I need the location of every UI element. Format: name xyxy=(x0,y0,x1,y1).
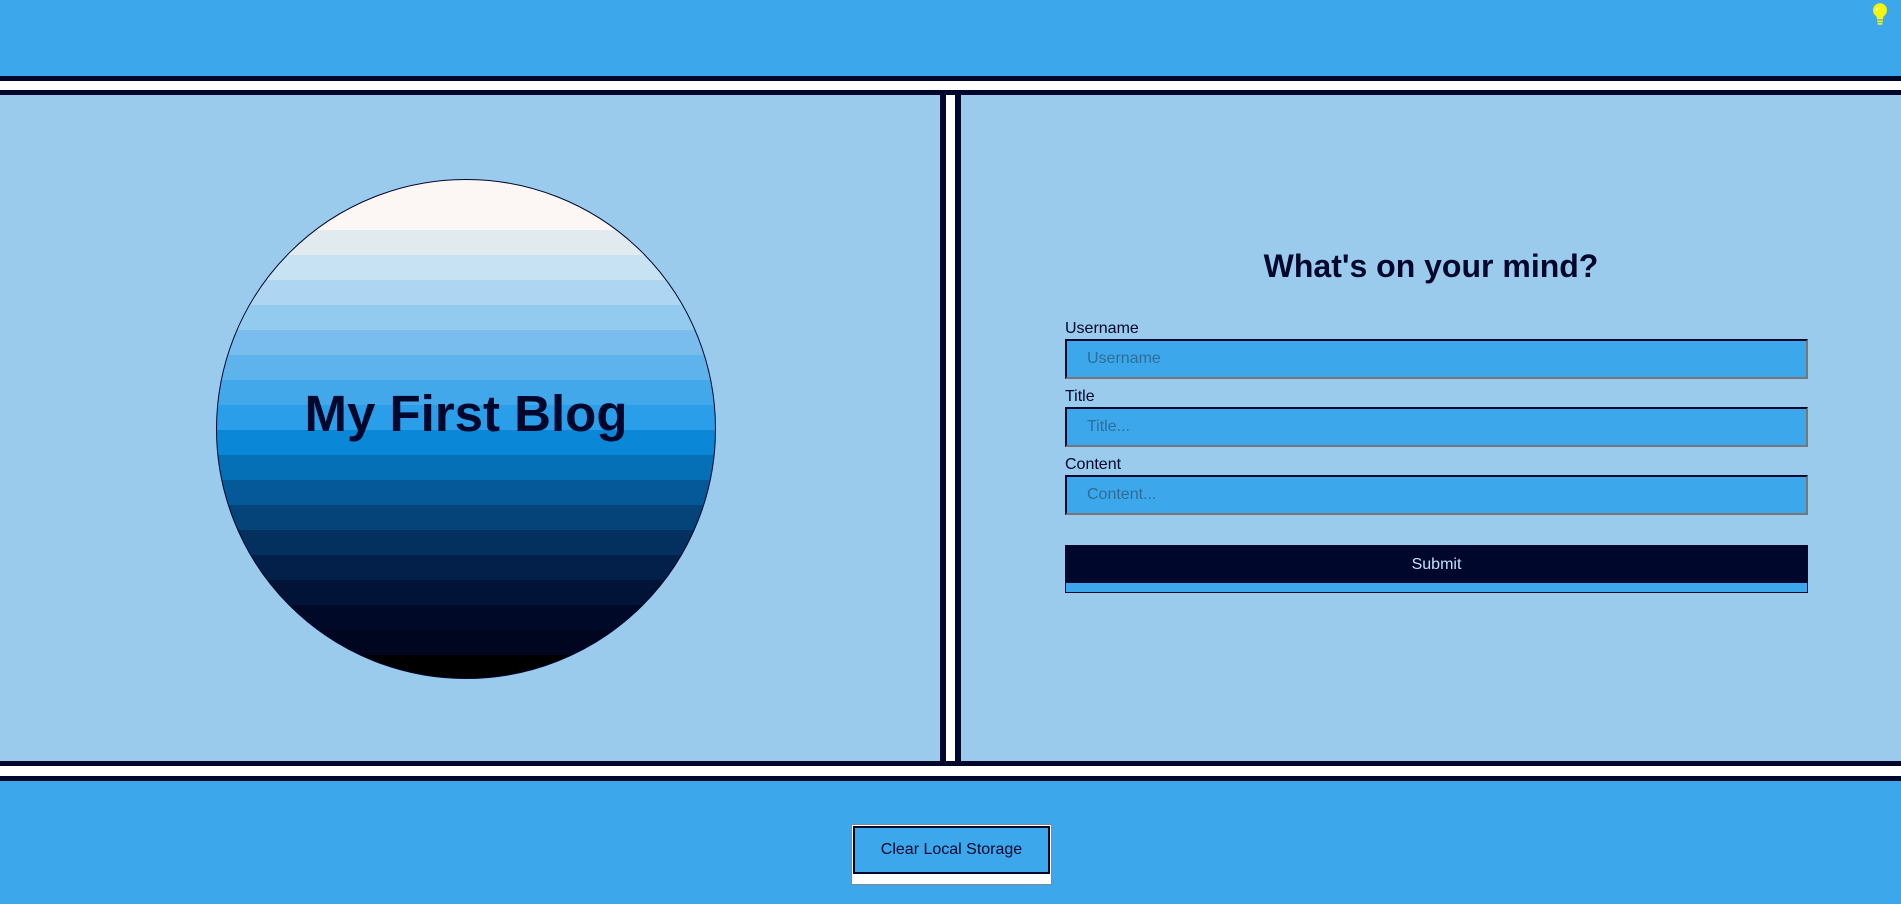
submit-underbar xyxy=(1066,583,1807,592)
content-input[interactable] xyxy=(1065,475,1808,515)
hero-panel: My First Blog xyxy=(0,95,940,761)
top-divider xyxy=(0,76,1901,95)
title-label: Title xyxy=(1065,388,1095,405)
bottom-divider xyxy=(0,761,1901,781)
content-label: Content xyxy=(1065,456,1122,473)
lightbulb-icon[interactable] xyxy=(1867,1,1893,27)
title-input[interactable] xyxy=(1065,407,1808,447)
form-heading: What's on your mind? xyxy=(1263,248,1599,284)
submit-button[interactable]: Submit xyxy=(1065,545,1808,593)
vertical-divider xyxy=(940,95,961,761)
clear-local-storage-button[interactable]: Clear Local Storage xyxy=(851,824,1052,885)
username-input[interactable] xyxy=(1065,339,1808,379)
header-bar xyxy=(0,0,1901,76)
username-label: Username xyxy=(1065,320,1139,337)
form-panel: What's on your mind? Username Title Cont… xyxy=(961,95,1901,761)
hero-circle: My First Blog xyxy=(216,179,716,679)
submit-label: Submit xyxy=(1411,556,1462,573)
blog-title: My First Blog xyxy=(304,385,628,442)
clear-local-storage-label: Clear Local Storage xyxy=(853,826,1050,874)
